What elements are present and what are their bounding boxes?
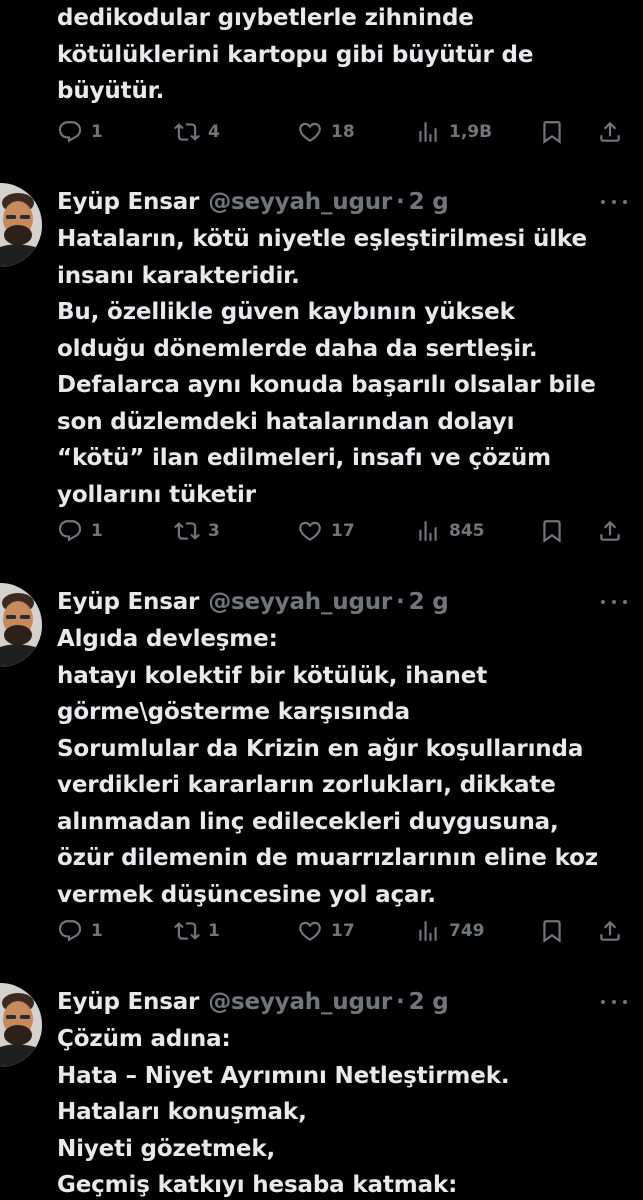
more-button[interactable] [601, 192, 627, 212]
more-icon [601, 1000, 605, 1004]
retweet-icon [174, 518, 200, 544]
display-name[interactable]: Eyüp Ensar [57, 589, 199, 615]
views-icon [415, 918, 441, 944]
display-name[interactable]: Eyüp Ensar [57, 989, 199, 1015]
retweet-icon [174, 119, 200, 145]
display-name[interactable]: Eyüp Ensar [57, 189, 199, 215]
tweet-text: dedikodular gıybetlerle zihninde kötülük… [57, 5, 534, 104]
views-icon [415, 518, 441, 544]
retweet-button[interactable]: 4 [174, 117, 220, 147]
like-button[interactable]: 17 [297, 516, 355, 546]
views-button[interactable]: 749 [415, 916, 485, 946]
like-count: 18 [331, 122, 355, 142]
retweet-button[interactable]: 1 [174, 916, 220, 946]
share-icon [597, 918, 623, 944]
tweet-actions: 1 1 17 749 [57, 916, 627, 946]
tweet[interactable]: dedikodular gıybetlerle zihninde kötülük… [0, 0, 643, 170]
avatar[interactable] [0, 583, 42, 667]
avatar[interactable] [0, 983, 42, 1067]
reply-count: 1 [91, 521, 103, 541]
reply-button[interactable]: 1 [57, 916, 103, 946]
user-handle[interactable]: @seyyah_ugur [208, 989, 392, 1015]
separator: · [396, 189, 405, 215]
reply-button[interactable]: 1 [57, 516, 103, 546]
reply-button[interactable]: 1 [57, 117, 103, 147]
retweet-count: 1 [208, 921, 220, 941]
tweet[interactable]: Eyüp Ensar @seyyah_ugur · 2 g Hataların,… [0, 183, 643, 573]
share-button[interactable] [597, 117, 623, 147]
heart-icon [297, 518, 323, 544]
more-icon [601, 200, 605, 204]
views-count: 749 [449, 921, 485, 941]
views-icon [415, 119, 441, 145]
like-count: 17 [331, 521, 355, 541]
share-icon [597, 518, 623, 544]
tweet[interactable]: Eyüp Ensar @seyyah_ugur · 2 g Çözüm adın… [0, 983, 643, 1200]
reply-count: 1 [91, 921, 103, 941]
tweet-text: Çözüm adına: Hata – Niyet Ayrımını Netle… [57, 1026, 510, 1198]
bookmark-icon [539, 918, 565, 944]
user-avatar-image [0, 583, 42, 667]
retweet-button[interactable]: 3 [174, 516, 220, 546]
tweet[interactable]: Eyüp Ensar @seyyah_ugur · 2 g Algıda dev… [0, 583, 643, 973]
retweet-count: 3 [208, 521, 220, 541]
timestamp[interactable]: 2 g [409, 989, 449, 1015]
bookmark-icon [539, 518, 565, 544]
bookmark-button[interactable] [539, 916, 565, 946]
tweet-header: Eyüp Ensar @seyyah_ugur · 2 g [57, 585, 449, 619]
share-button[interactable] [597, 916, 623, 946]
views-button[interactable]: 1,9B [415, 117, 492, 147]
user-avatar-image [0, 983, 42, 1067]
user-handle[interactable]: @seyyah_ugur [208, 589, 392, 615]
bookmark-icon [539, 119, 565, 145]
tweet-text: Algıda devleşme: hatayı kolektif bir köt… [57, 626, 599, 908]
more-button[interactable] [601, 592, 627, 612]
retweet-count: 4 [208, 122, 220, 142]
heart-icon [297, 119, 323, 145]
user-handle[interactable]: @seyyah_ugur [208, 189, 392, 215]
reply-icon [57, 119, 83, 145]
share-button[interactable] [597, 516, 623, 546]
tweet-actions: 1 4 18 1,9B [57, 117, 627, 147]
timestamp[interactable]: 2 g [409, 589, 449, 615]
avatar[interactable] [0, 183, 42, 267]
reply-icon [57, 518, 83, 544]
tweet-actions: 1 3 17 845 [57, 516, 627, 546]
like-button[interactable]: 17 [297, 916, 355, 946]
tweet-header: Eyüp Ensar @seyyah_ugur · 2 g [57, 985, 449, 1019]
separator: · [396, 589, 405, 615]
tweet-text: Hataların, kötü niyetle eşleştirilmesi ü… [57, 226, 596, 508]
bookmark-button[interactable] [539, 516, 565, 546]
tweet-header: Eyüp Ensar @seyyah_ugur · 2 g [57, 185, 449, 219]
like-count: 17 [331, 921, 355, 941]
more-icon [601, 600, 605, 604]
user-avatar-image [0, 183, 42, 267]
heart-icon [297, 918, 323, 944]
retweet-icon [174, 918, 200, 944]
separator: · [396, 989, 405, 1015]
like-button[interactable]: 18 [297, 117, 355, 147]
views-button[interactable]: 845 [415, 516, 485, 546]
bookmark-button[interactable] [539, 117, 565, 147]
views-count: 1,9B [449, 122, 493, 142]
views-count: 845 [449, 521, 485, 541]
share-icon [597, 119, 623, 145]
more-button[interactable] [601, 992, 627, 1012]
reply-icon [57, 918, 83, 944]
timestamp[interactable]: 2 g [409, 189, 449, 215]
reply-count: 1 [91, 122, 103, 142]
